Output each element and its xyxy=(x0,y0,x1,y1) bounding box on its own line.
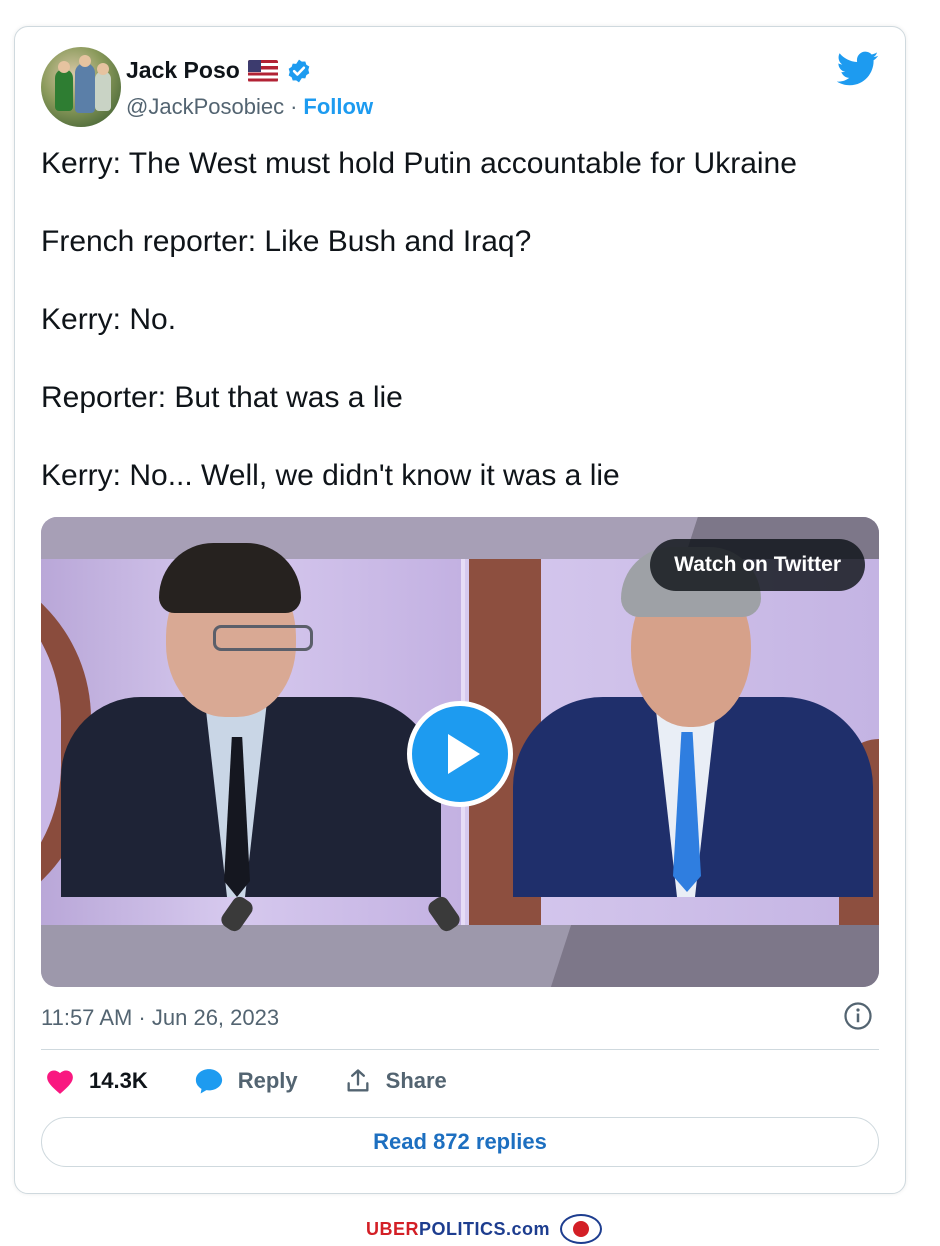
info-icon[interactable] xyxy=(843,1001,873,1031)
share-label: Share xyxy=(385,1068,447,1093)
share-button[interactable]: Share xyxy=(344,1067,447,1095)
reply-label: Reply xyxy=(237,1068,298,1093)
tweet-text: Kerry: The West must hold Putin accounta… xyxy=(41,145,891,535)
brand-seal-icon xyxy=(560,1214,603,1244)
like-count: 14.3K xyxy=(89,1068,148,1093)
watch-on-twitter-button[interactable]: Watch on Twitter xyxy=(650,539,865,591)
author-name-row: Jack Poso xyxy=(126,57,312,84)
author-handle-row: @JackPosobiec · Follow xyxy=(126,94,373,120)
divider xyxy=(41,1049,879,1050)
handle-separator: · xyxy=(290,94,298,119)
tweet-card: Jack Poso @JackPosobiec · Follow Kerry: … xyxy=(14,26,906,1194)
like-button[interactable]: 14.3K xyxy=(45,1067,148,1095)
reply-button[interactable]: Reply xyxy=(194,1067,298,1095)
verified-badge-icon xyxy=(288,59,310,82)
tweet-line: Kerry: The West must hold Putin accounta… xyxy=(41,147,797,180)
tweet-line: Kerry: No. xyxy=(41,303,177,336)
tweet-line: Reporter: But that was a lie xyxy=(41,381,403,414)
reply-bubble-icon xyxy=(195,1069,222,1094)
tweet-timestamp[interactable]: 11:57 AM · Jun 26, 2023 xyxy=(41,1005,279,1031)
share-icon xyxy=(347,1069,369,1092)
play-icon[interactable] xyxy=(407,701,513,807)
author-handle[interactable]: @JackPosobiec xyxy=(126,94,284,120)
tweet-line: Kerry: No... Well, we didn't know it was… xyxy=(41,459,620,492)
tweet-line: French reporter: Like Bush and Iraq? xyxy=(41,225,532,258)
site-watermark: UBERPOLITICS.com xyxy=(366,1214,603,1244)
brand-name: UBERPOLITICS.com xyxy=(366,1218,551,1239)
read-replies-button[interactable]: Read 872 replies xyxy=(41,1117,879,1167)
us-flag-icon xyxy=(247,59,278,82)
video-thumbnail[interactable]: Watch on Twitter xyxy=(41,517,879,987)
heart-icon xyxy=(47,1070,73,1094)
twitter-bird-icon[interactable] xyxy=(837,51,879,87)
follow-button[interactable]: Follow xyxy=(303,94,373,120)
author-name[interactable]: Jack Poso xyxy=(126,57,240,84)
tweet-actions: 14.3K Reply Share xyxy=(45,1067,447,1095)
author-avatar[interactable] xyxy=(41,47,121,127)
